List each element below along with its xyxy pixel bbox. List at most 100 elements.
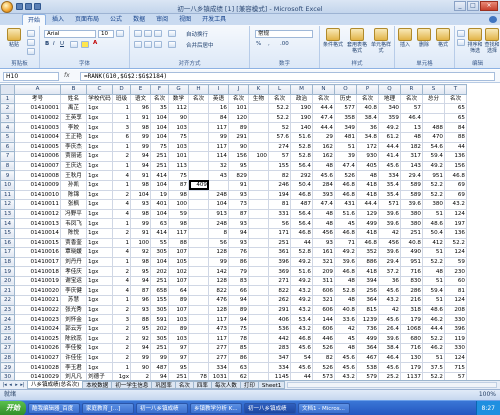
cell-J30[interactable]: 62 [228, 371, 249, 380]
cell-Q22[interactable]: 43.2 [378, 295, 401, 306]
cell-N28[interactable]: 82 [312, 352, 335, 364]
cell-A1[interactable]: 考号 [14, 93, 61, 105]
cell-F13[interactable]: 104 [150, 208, 169, 220]
cell-I26[interactable]: 117 [208, 333, 229, 345]
cell-Q29[interactable]: 45.6 [378, 362, 401, 373]
cell-O29[interactable]: 45.6 [334, 362, 357, 373]
cell-J20[interactable]: 83 [228, 275, 249, 287]
cell-F1[interactable]: 名次 [150, 93, 169, 105]
cell-F14[interactable]: 63 [150, 218, 169, 229]
cell-B7[interactable]: 贾丽诺 [60, 151, 87, 162]
cell-L30[interactable]: 1145 [268, 371, 291, 380]
cell-I8[interactable]: 32 [208, 160, 229, 172]
cell-K18[interactable] [248, 256, 269, 268]
cell-D17[interactable]: 4 [112, 247, 131, 258]
select-all-corner[interactable] [0, 84, 15, 95]
cell-P30[interactable]: 579 [356, 371, 379, 380]
cell-H8[interactable] [188, 160, 209, 172]
row-header[interactable]: 26 [0, 333, 15, 345]
cell-B1[interactable]: 姓名 [60, 93, 87, 105]
cell-T15[interactable]: 136 [444, 227, 467, 239]
cell-S15[interactable]: 50.4 [422, 227, 445, 239]
taskbar-item-0[interactable]: 酷我编辑器_百度 [28, 402, 80, 414]
cell-N5[interactable]: 29 [312, 131, 335, 143]
row-header[interactable]: 15 [0, 227, 15, 239]
cell-T7[interactable]: 136 [444, 151, 467, 162]
cell-E18[interactable]: 98 [130, 256, 151, 268]
cell-E12[interactable]: 93 [130, 199, 151, 210]
column-header-B[interactable]: B [60, 84, 87, 95]
cell-M21[interactable]: 43.2 [290, 285, 313, 297]
cell-P8[interactable]: 405 [356, 160, 379, 172]
cell-M2[interactable]: 190 [290, 103, 313, 114]
cell-K22[interactable] [248, 295, 269, 306]
cell-J27[interactable]: 85 [228, 343, 249, 354]
cell-E20[interactable]: 94 [130, 275, 151, 287]
cell-O10[interactable]: 46.8 [334, 179, 357, 191]
cell-B10[interactable]: 孙凯 [60, 179, 87, 191]
cell-H18[interactable] [188, 256, 209, 268]
cell-L6[interactable]: 274 [268, 141, 291, 153]
cell-S13[interactable]: 51 [422, 208, 445, 220]
sheet-tab-0[interactable]: 八乡镇成绩(总名次) [27, 381, 84, 389]
cell-B6[interactable]: 李庆杰 [60, 141, 87, 153]
cell-I7[interactable]: 114 [208, 151, 229, 162]
cell-K4[interactable] [248, 122, 269, 133]
cell-J22[interactable]: 94 [228, 295, 249, 306]
cell-M16[interactable]: 44 [290, 237, 313, 249]
fill-color-icon[interactable] [81, 41, 89, 48]
cell-T2[interactable]: 65 [444, 103, 467, 114]
cell-R29[interactable]: 179 [400, 362, 423, 373]
cell-I29[interactable]: 334 [208, 362, 229, 373]
cell-B25[interactable]: 郭云芳 [60, 323, 87, 335]
cell-D19[interactable]: 2 [112, 266, 131, 277]
sheet-tab-8[interactable]: Sheet1 [257, 381, 286, 389]
column-header-A[interactable]: A [14, 84, 61, 95]
cell-E13[interactable]: 98 [130, 208, 151, 220]
cell-M10[interactable]: 50.4 [290, 179, 313, 191]
cell-D11[interactable]: 2 [112, 189, 131, 201]
cell-L25[interactable]: 536 [268, 323, 291, 335]
cell-G18[interactable]: 105 [168, 256, 189, 268]
cell-Q13[interactable]: 39.6 [378, 208, 401, 220]
cell-Q14[interactable]: 39.6 [378, 218, 401, 229]
cell-A15[interactable]: 01410014 [14, 227, 61, 239]
cell-G9[interactable]: 75 [168, 170, 189, 181]
cell-L20[interactable]: 271 [268, 275, 291, 287]
cell-C4[interactable]: 1gx [86, 122, 113, 133]
cell-M12[interactable]: 487 [290, 199, 313, 210]
cell-F16[interactable]: 55 [150, 237, 169, 249]
cell-D23[interactable]: 2 [112, 304, 131, 316]
cell-R13[interactable]: 380 [400, 208, 423, 220]
cell-B24[interactable]: 刘怀金 [60, 314, 87, 325]
cell-G24[interactable]: 103 [168, 314, 189, 325]
cell-H6[interactable] [188, 141, 209, 153]
row-header[interactable]: 23 [0, 304, 15, 316]
cell-L13[interactable]: 331 [268, 208, 291, 220]
cell-T3[interactable]: 65 [444, 112, 467, 124]
cell-L18[interactable]: 396 [268, 256, 291, 268]
cell-C6[interactable]: 1gx [86, 141, 113, 153]
cell-R18[interactable]: 951 [400, 256, 423, 268]
cell-L23[interactable]: 291 [268, 304, 291, 316]
cell-K30[interactable] [248, 371, 269, 380]
cell-C29[interactable]: 1gx [86, 362, 113, 373]
cell-P4[interactable]: 36 [356, 122, 379, 133]
cell-O6[interactable]: 51 [334, 141, 357, 153]
cell-C19[interactable]: 1gx [86, 266, 113, 277]
cell-O12[interactable]: 431 [334, 199, 357, 210]
cell-Q6[interactable]: 44.4 [378, 141, 401, 153]
cell-O26[interactable]: 45 [334, 333, 357, 345]
cell-S18[interactable]: 52.2 [422, 256, 445, 268]
cell-G8[interactable]: 113 [168, 160, 189, 172]
cell-K12[interactable] [248, 199, 269, 210]
cell-O20[interactable]: 48 [334, 275, 357, 287]
align-center-icon[interactable] [144, 41, 152, 48]
row-header[interactable]: 13 [0, 208, 15, 220]
cell-H16[interactable] [188, 237, 209, 249]
cell-E14[interactable]: 99 [130, 218, 151, 229]
cell-C16[interactable]: 1gx [86, 237, 113, 249]
cell-N13[interactable]: 48 [312, 208, 335, 220]
cell-A20[interactable]: 01410019 [14, 275, 61, 287]
cell-S29[interactable]: 37.5 [422, 362, 445, 373]
